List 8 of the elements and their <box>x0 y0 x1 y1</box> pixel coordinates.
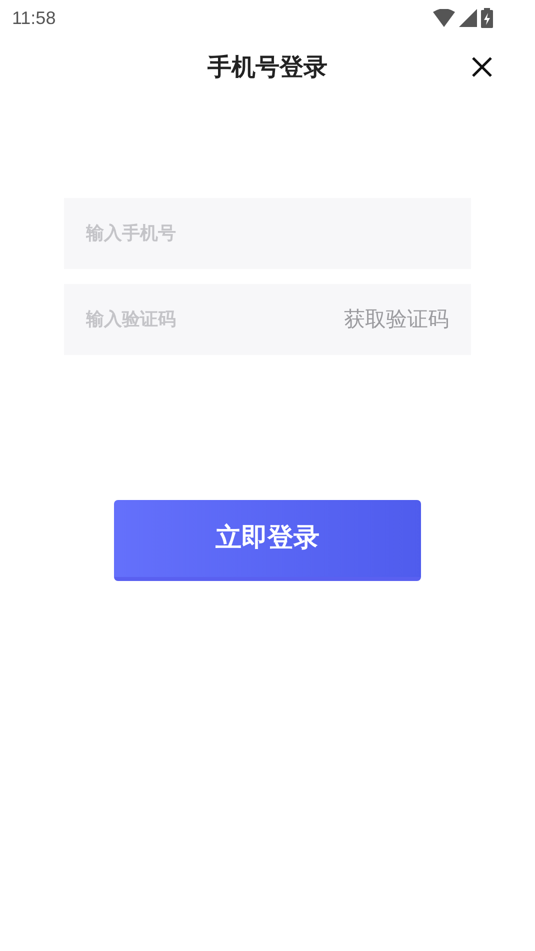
wifi-icon <box>433 9 455 27</box>
get-code-button[interactable]: 获取验证码 <box>344 304 449 336</box>
battery-icon <box>481 8 493 28</box>
login-button[interactable]: 立即登录 <box>114 500 421 581</box>
signal-icon <box>459 9 477 27</box>
page-title: 手机号登录 <box>208 52 328 83</box>
close-icon[interactable] <box>471 56 493 78</box>
status-time: 11:58 <box>12 6 56 30</box>
